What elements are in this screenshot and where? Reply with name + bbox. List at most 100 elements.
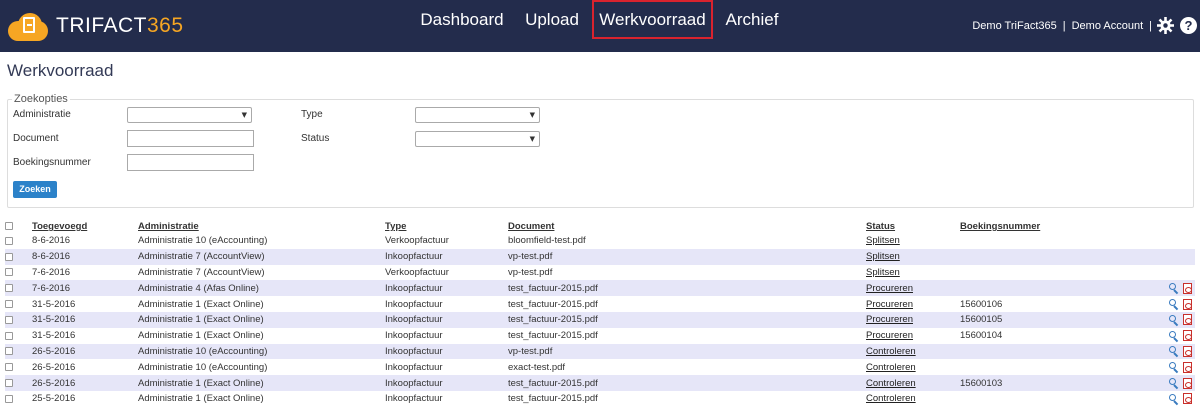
magnifier-icon[interactable] [1169,330,1179,342]
type-select[interactable]: ▼ [415,107,540,123]
status-link[interactable]: Controleren [866,362,916,373]
search-button[interactable]: Zoeken [13,181,57,198]
cell-type: Verkoopfactuur [385,235,449,247]
pdf-icon[interactable] [1183,377,1192,389]
cell-status: Controleren [866,359,960,375]
cell-type: Inkoopfactuur [385,280,508,297]
select-all-checkbox[interactable] [5,222,13,231]
nav-upload[interactable]: Upload [522,0,582,39]
table-row[interactable]: 31-5-2016 Administratie 1 (Exact Online) I… [5,296,1195,312]
status-select[interactable]: ▼ [415,131,540,147]
nav-archief[interactable]: Archief [724,0,780,39]
row-checkbox[interactable] [5,236,13,245]
company-link[interactable]: Demo TriFact365 [972,20,1056,32]
cell-boekingsnummer [960,280,1155,297]
status-link[interactable]: Controleren [866,393,916,404]
status-link[interactable]: Procureren [866,314,913,325]
pdf-icon[interactable] [1183,345,1192,357]
status-link[interactable]: Procureren [866,330,913,341]
table-row[interactable]: 7-6-2016 Administratie 4 (Afas Online) Ink… [5,280,1195,297]
status-link[interactable]: Procureren [866,283,913,294]
status-link[interactable]: Controleren [866,346,916,357]
cell-type: Inkoopfactuur [385,393,443,405]
row-checkbox[interactable] [5,300,13,309]
status-link[interactable]: Splitsen [866,235,900,246]
cell-boekingsnummer: 15600106 [960,298,1003,310]
magnifier-icon[interactable] [1169,283,1179,295]
row-checkbox[interactable] [5,394,13,403]
cell-added: 8-6-2016 [32,248,138,265]
nav-werkvoorraad[interactable]: Werkvoorraad [592,0,713,39]
row-select-cell [5,233,32,249]
document-input[interactable] [127,130,254,147]
cell-type: Verkoopfactuur [385,266,449,278]
cell-added: 8-6-2016 [32,235,71,247]
magnifier-icon[interactable] [1169,314,1179,327]
col-header-boekingsnummer[interactable]: Boekingsnummer [960,220,1155,233]
cell-type: Inkoopfactuur [385,311,508,328]
pdf-icon[interactable] [1183,393,1192,405]
col-header-type[interactable]: Type [385,220,508,233]
cell-administratie: Administratie 7 (AccountView) [138,266,265,278]
cell-document: test_factuur-2015.pdf [508,393,598,405]
table-row[interactable]: 8-6-2016 Administratie 7 (AccountView) Ink… [5,248,1195,265]
row-checkbox[interactable] [5,315,13,324]
magnifier-icon[interactable] [1169,378,1179,390]
table-row[interactable]: 26-5-2016 Administratie 10 (eAccounting) I… [5,343,1195,360]
cell-document: vp-test.pdf [508,343,866,360]
administratie-select[interactable]: ▼ [127,107,252,123]
table-row[interactable]: 31-5-2016 Administratie 1 (Exact Online) I… [5,311,1195,328]
row-checkbox[interactable] [5,284,13,293]
cell-administratie: Administratie 1 (Exact Online) [138,298,264,310]
status-link[interactable]: Controleren [866,378,916,389]
table-row[interactable]: 8-6-2016 Administratie 10 (eAccounting) Ve… [5,233,1195,249]
page-title: Werkvoorraad [7,61,114,80]
table-row[interactable]: 26-5-2016 Administratie 1 (Exact Online) I… [5,375,1195,391]
row-checkbox[interactable] [5,363,13,372]
pdf-icon[interactable] [1183,361,1192,373]
cell-status: Splitsen [866,248,960,265]
magnifier-icon[interactable] [1169,362,1179,374]
account-link[interactable]: Demo Account [1072,20,1144,32]
cell-status: Procureren [866,280,960,297]
col-header-document[interactable]: Document [508,220,866,233]
row-checkbox[interactable] [5,379,13,388]
col-header-status[interactable]: Status [866,220,960,233]
row-select-cell [5,280,32,297]
pdf-icon[interactable] [1183,282,1192,294]
col-header-added[interactable]: Toegevoegd [32,220,138,233]
brand-logo[interactable]: TRIFACT365 [8,10,184,42]
magnifier-icon[interactable] [1169,299,1179,311]
chevron-down-icon: ▼ [529,111,535,119]
cell-administratie: Administratie 10 (eAccounting) [138,235,268,247]
cell-boekingsnummer: 15600103 [960,375,1155,391]
pdf-icon[interactable] [1183,314,1192,326]
cell-added: 26-5-2016 [32,343,138,360]
table-row[interactable]: 25-5-2016 Administratie 1 (Exact Online) I… [5,391,1195,407]
cell-document: vp-test.pdf [508,266,553,278]
cell-administratie: Administratie 1 (Exact Online) [138,393,264,405]
cell-type: Inkoopfactuur [385,361,443,373]
table-row[interactable]: 31-5-2016 Administratie 1 (Exact Online) I… [5,328,1195,344]
pdf-icon[interactable] [1183,298,1192,310]
row-checkbox[interactable] [5,347,13,356]
help-icon[interactable]: ? [1180,17,1197,34]
status-link[interactable]: Splitsen [866,251,900,262]
col-header-administratie[interactable]: Administratie [138,220,385,233]
gear-icon[interactable] [1157,17,1174,34]
row-checkbox[interactable] [5,331,13,340]
row-checkbox[interactable] [5,252,13,261]
table-row[interactable]: 7-6-2016 Administratie 7 (AccountView) Ver… [5,265,1195,281]
pdf-icon[interactable] [1183,330,1192,342]
col-header-actions [1155,220,1195,233]
magnifier-icon[interactable] [1169,393,1179,406]
status-link[interactable]: Splitsen [866,267,900,278]
status-link[interactable]: Procureren [866,299,913,310]
magnifier-icon[interactable] [1169,346,1179,358]
cell-added: 26-5-2016 [32,375,138,391]
nav-dashboard[interactable]: Dashboard [419,0,505,39]
row-checkbox[interactable] [5,268,13,277]
cell-type: Inkoopfactuur [385,298,443,310]
table-row[interactable]: 26-5-2016 Administratie 10 (eAccounting) I… [5,359,1195,375]
boekingsnummer-input[interactable] [127,154,254,171]
